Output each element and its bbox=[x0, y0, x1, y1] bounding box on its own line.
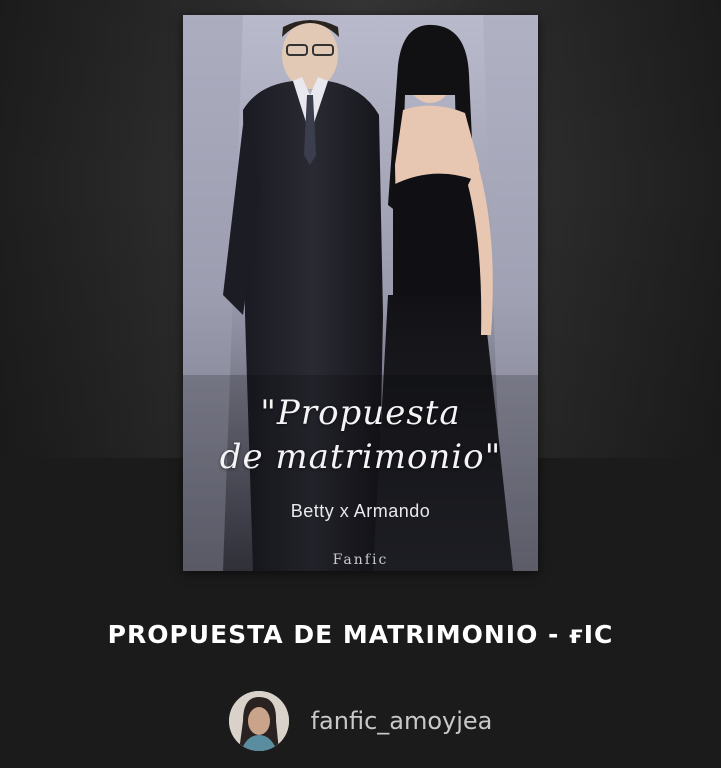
cover-title-line-2: de matrimonio" bbox=[219, 437, 502, 477]
cover-title-line-1: "Propuesta bbox=[260, 393, 461, 433]
author-avatar[interactable] bbox=[228, 691, 289, 751]
cover-photo bbox=[183, 15, 538, 571]
author-row[interactable]: fanfic_amoyjea bbox=[0, 690, 721, 752]
book-cover[interactable]: "Propuesta de matrimonio" Betty x Armand… bbox=[183, 15, 538, 571]
author-username[interactable]: fanfic_amoyjea bbox=[311, 707, 493, 735]
story-title: PROPUESTA DE MATRIMONIO - ғIC bbox=[107, 620, 614, 649]
cover-couple-text: Betty x Armando bbox=[290, 501, 431, 521]
cover-genre-tag: Fanfic bbox=[332, 552, 389, 568]
